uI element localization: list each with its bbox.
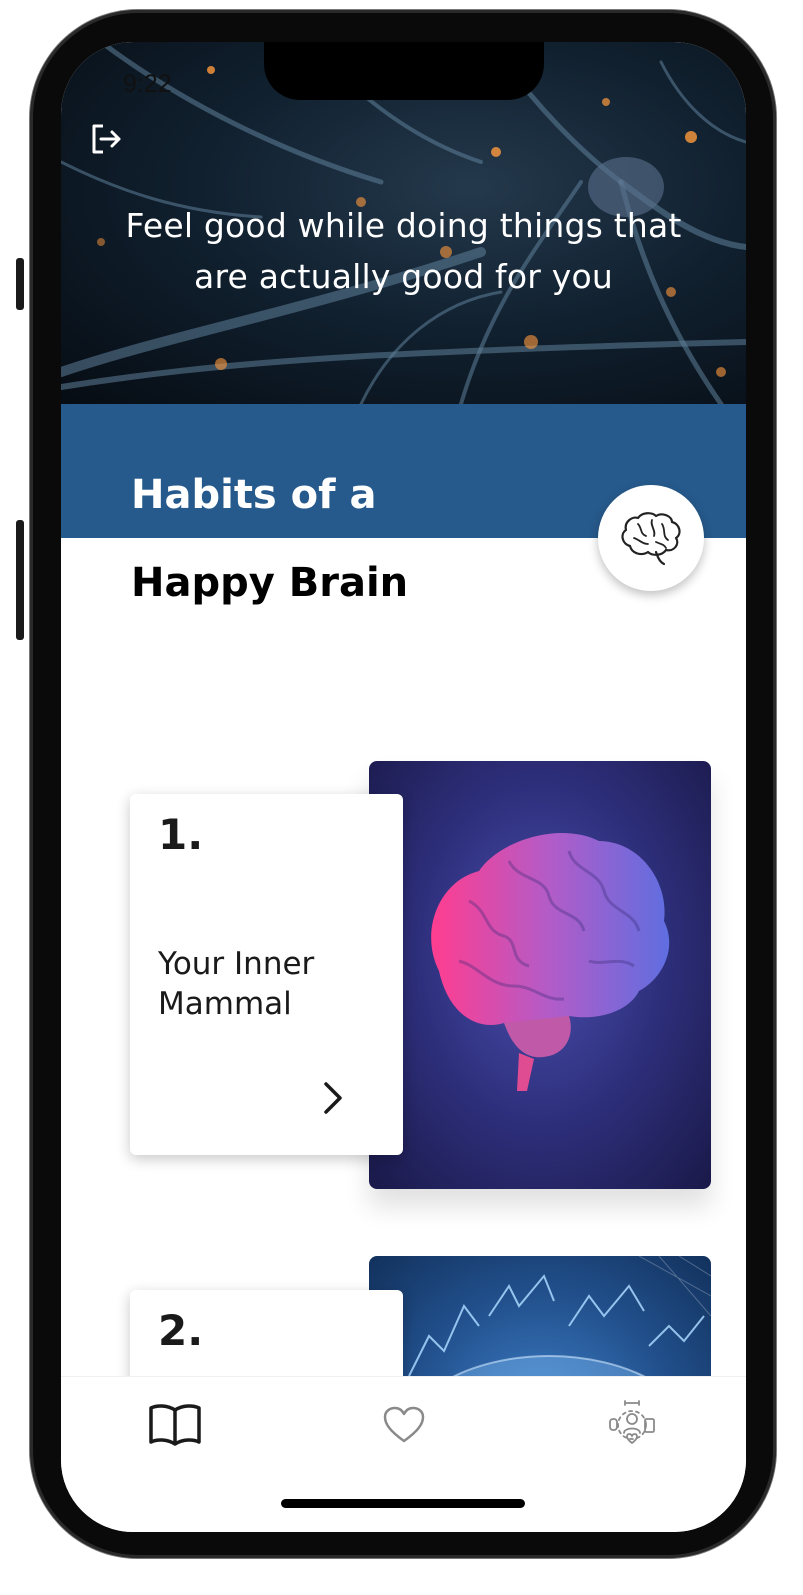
tab-library[interactable] <box>145 1397 205 1453</box>
chapter-title: Your Inner Mammal <box>158 946 315 1022</box>
status-time: 9:22 <box>123 70 172 98</box>
device-notch <box>264 42 544 100</box>
app-screen: 9:22 Feel good while doing things that a… <box>61 42 746 1532</box>
tab-favorites[interactable] <box>374 1397 434 1453</box>
book-icon <box>149 1404 201 1446</box>
page-title-line-2: Happy Brain <box>131 560 409 606</box>
tab-community[interactable] <box>602 1397 662 1453</box>
chapter-number: 1. <box>158 810 204 859</box>
community-icon <box>609 1400 655 1445</box>
brain-badge[interactable] <box>598 485 704 591</box>
brain-illustration-image <box>431 832 670 1091</box>
chapter-1-card[interactable]: 1. Your Inner Mammal <box>130 794 403 1155</box>
page-title-line-1: Habits of a <box>131 472 377 518</box>
heart-icon <box>383 1406 425 1443</box>
chevron-right-icon[interactable] <box>318 1078 348 1118</box>
home-indicator[interactable] <box>281 1499 525 1508</box>
hero-tagline: Feel good while doing things that are ac… <box>125 206 682 296</box>
chapter-number: 2. <box>158 1306 204 1355</box>
hero-banner: 9:22 Feel good while doing things that a… <box>61 42 746 404</box>
chapter-1-image[interactable] <box>369 761 711 1189</box>
logout-icon[interactable] <box>89 122 123 156</box>
bottom-tab-bar <box>61 1376 746 1532</box>
brain-icon <box>621 512 681 566</box>
mute-switch <box>16 258 24 310</box>
volume-button <box>16 520 24 640</box>
